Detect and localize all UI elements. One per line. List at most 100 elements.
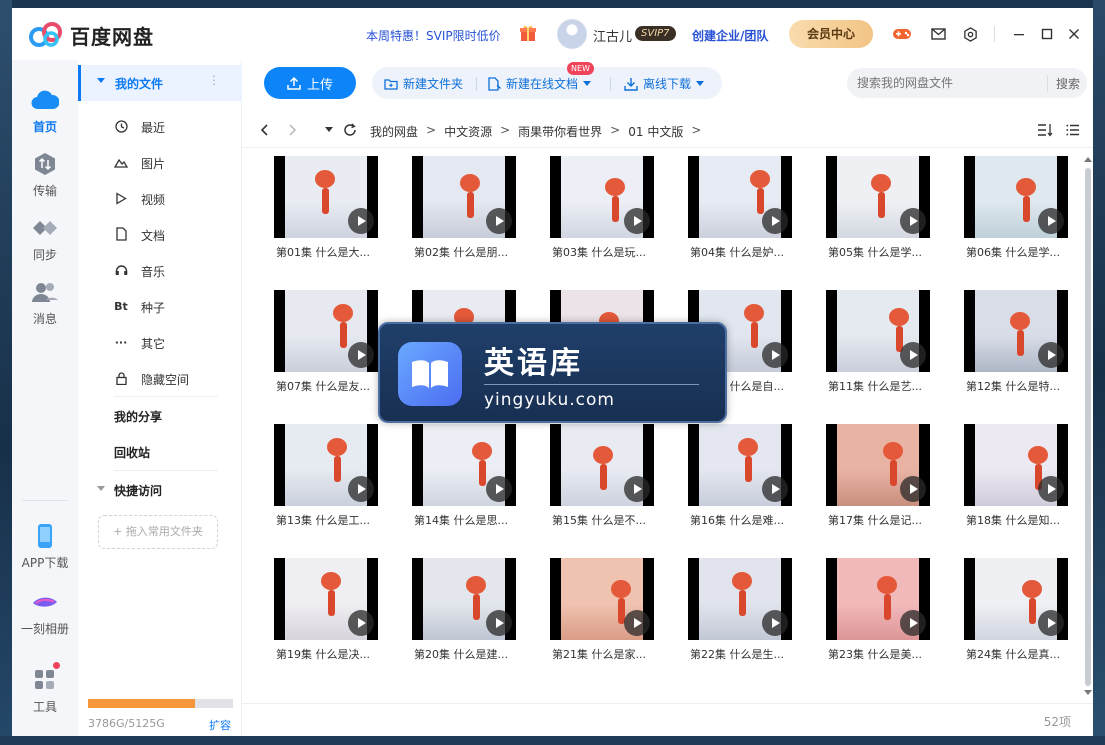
- video-file-tile[interactable]: 第05集 什么是学...: [814, 148, 934, 278]
- play-icon[interactable]: [1038, 342, 1064, 368]
- video-thumbnail[interactable]: [826, 290, 930, 372]
- file-name[interactable]: 第14集 什么是思...: [414, 512, 522, 528]
- sidebar-item-quick-access[interactable]: 快捷访问: [114, 482, 162, 499]
- play-icon[interactable]: [348, 476, 374, 502]
- sidebar-item-recycle-bin[interactable]: 回收站: [114, 444, 150, 461]
- video-file-tile[interactable]: 第14集 什么是思...: [400, 416, 520, 546]
- video-file-tile[interactable]: 第18集 什么是知...: [952, 416, 1072, 546]
- play-icon[interactable]: [900, 342, 926, 368]
- file-name[interactable]: 第13集 什么是工...: [276, 512, 384, 528]
- video-file-tile[interactable]: 第24集 什么是真...: [952, 550, 1072, 680]
- play-icon[interactable]: [900, 610, 926, 636]
- video-file-tile[interactable]: 第01集 什么是大...: [262, 148, 382, 278]
- play-icon[interactable]: [486, 610, 512, 636]
- video-thumbnail[interactable]: [826, 558, 930, 640]
- video-thumbnail[interactable]: [274, 156, 378, 238]
- video-thumbnail[interactable]: [550, 424, 654, 506]
- file-name[interactable]: 第21集 什么是家...: [552, 646, 660, 662]
- video-file-tile[interactable]: 第04集 什么是妒...: [676, 148, 796, 278]
- play-icon[interactable]: [762, 208, 788, 234]
- new-online-doc-button[interactable]: 新建在线文档: [488, 75, 592, 92]
- video-thumbnail[interactable]: [412, 424, 516, 506]
- expand-storage-link[interactable]: 扩容: [209, 717, 231, 733]
- video-thumbnail[interactable]: [274, 424, 378, 506]
- video-thumbnail[interactable]: [964, 424, 1068, 506]
- sidebar-item-hidden-space[interactable]: 隐藏空间: [78, 361, 242, 397]
- play-icon[interactable]: [1038, 208, 1064, 234]
- play-icon[interactable]: [624, 476, 650, 502]
- video-thumbnail[interactable]: [688, 424, 792, 506]
- gamepad-icon[interactable]: [891, 23, 913, 45]
- minimize-button[interactable]: [1007, 22, 1031, 46]
- video-thumbnail[interactable]: [964, 290, 1068, 372]
- offline-download-button[interactable]: 离线下载: [624, 75, 705, 92]
- back-button[interactable]: [255, 121, 273, 139]
- svip-promo-link[interactable]: 本周特惠！SVIP限时低价: [366, 27, 501, 44]
- file-name[interactable]: 第22集 什么是生...: [690, 646, 798, 662]
- video-file-tile[interactable]: 第03集 什么是玩...: [538, 148, 658, 278]
- drop-folder-zone[interactable]: + 拖入常用文件夹: [98, 515, 218, 549]
- breadcrumb-item[interactable]: 雨果带你看世界: [518, 123, 602, 140]
- sidebar-item-my-files[interactable]: 我的文件 ⋮: [78, 65, 242, 101]
- rail-tools[interactable]: 工具: [12, 662, 78, 715]
- video-file-tile[interactable]: 第17集 什么是记...: [814, 416, 934, 546]
- rail-transfer[interactable]: 传输: [12, 150, 78, 199]
- play-icon[interactable]: [1038, 476, 1064, 502]
- file-name[interactable]: 第16集 什么是难...: [690, 512, 798, 528]
- sort-button[interactable]: [1036, 121, 1054, 139]
- new-folder-button[interactable]: 新建文件夹: [384, 75, 463, 92]
- breadcrumb-item[interactable]: 我的网盘: [370, 123, 418, 140]
- sidebar-item-recent[interactable]: 最近: [78, 109, 242, 145]
- username[interactable]: 江古儿: [593, 26, 632, 45]
- file-name[interactable]: 第20集 什么是建...: [414, 646, 522, 662]
- file-name[interactable]: 第24集 什么是真...: [966, 646, 1074, 662]
- collapse-arrow-icon[interactable]: [97, 78, 105, 83]
- sidebar-item-images[interactable]: 图片: [78, 145, 242, 181]
- user-avatar[interactable]: [557, 19, 587, 49]
- play-icon[interactable]: [486, 208, 512, 234]
- video-thumbnail[interactable]: [688, 558, 792, 640]
- scroll-thumb[interactable]: [1085, 168, 1091, 686]
- search-button[interactable]: 搜索: [1047, 75, 1080, 92]
- history-dropdown[interactable]: [320, 121, 338, 139]
- video-thumbnail[interactable]: [274, 558, 378, 640]
- video-thumbnail[interactable]: [688, 156, 792, 238]
- play-icon[interactable]: [1038, 610, 1064, 636]
- video-file-tile[interactable]: 第19集 什么是决...: [262, 550, 382, 680]
- sidebar-item-my-share[interactable]: 我的分享: [114, 408, 162, 425]
- sidebar-item-torrent[interactable]: Bt 种子: [78, 289, 242, 325]
- file-name[interactable]: 第05集 什么是学...: [828, 244, 936, 260]
- upload-button[interactable]: 上传: [264, 67, 356, 99]
- video-thumbnail[interactable]: [964, 558, 1068, 640]
- rail-message[interactable]: 消息: [12, 278, 78, 327]
- search-input[interactable]: [857, 73, 1037, 93]
- collapse-arrow-icon[interactable]: [97, 486, 105, 491]
- play-icon[interactable]: [762, 342, 788, 368]
- rail-app-download[interactable]: APP下载: [12, 522, 78, 571]
- video-file-tile[interactable]: 第11集 什么是艺...: [814, 282, 934, 412]
- sidebar-item-other[interactable]: ··· 其它: [78, 325, 242, 361]
- gift-icon[interactable]: [518, 23, 538, 43]
- mail-icon[interactable]: [927, 23, 949, 45]
- vip-center-button[interactable]: 会员中心: [789, 20, 873, 48]
- video-file-tile[interactable]: 第16集 什么是难...: [676, 416, 796, 546]
- settings-gear-icon[interactable]: [959, 23, 981, 45]
- scroll-up-icon[interactable]: [1084, 156, 1092, 162]
- file-name[interactable]: 第03集 什么是玩...: [552, 244, 660, 260]
- video-thumbnail[interactable]: [550, 558, 654, 640]
- video-file-tile[interactable]: 第07集 什么是友...: [262, 282, 382, 412]
- file-name[interactable]: 第17集 什么是记...: [828, 512, 936, 528]
- video-thumbnail[interactable]: [412, 558, 516, 640]
- refresh-button[interactable]: [341, 121, 359, 139]
- video-file-tile[interactable]: 第13集 什么是工...: [262, 416, 382, 546]
- play-icon[interactable]: [900, 476, 926, 502]
- video-thumbnail[interactable]: [826, 424, 930, 506]
- play-icon[interactable]: [900, 208, 926, 234]
- rail-sync[interactable]: 同步: [12, 214, 78, 263]
- list-view-button[interactable]: [1064, 121, 1082, 139]
- file-name[interactable]: 第19集 什么是决...: [276, 646, 384, 662]
- video-thumbnail[interactable]: [826, 156, 930, 238]
- video-file-tile[interactable]: 第20集 什么是建...: [400, 550, 520, 680]
- breadcrumb-item[interactable]: 中文资源: [444, 123, 492, 140]
- video-file-tile[interactable]: 第02集 什么是朋...: [400, 148, 520, 278]
